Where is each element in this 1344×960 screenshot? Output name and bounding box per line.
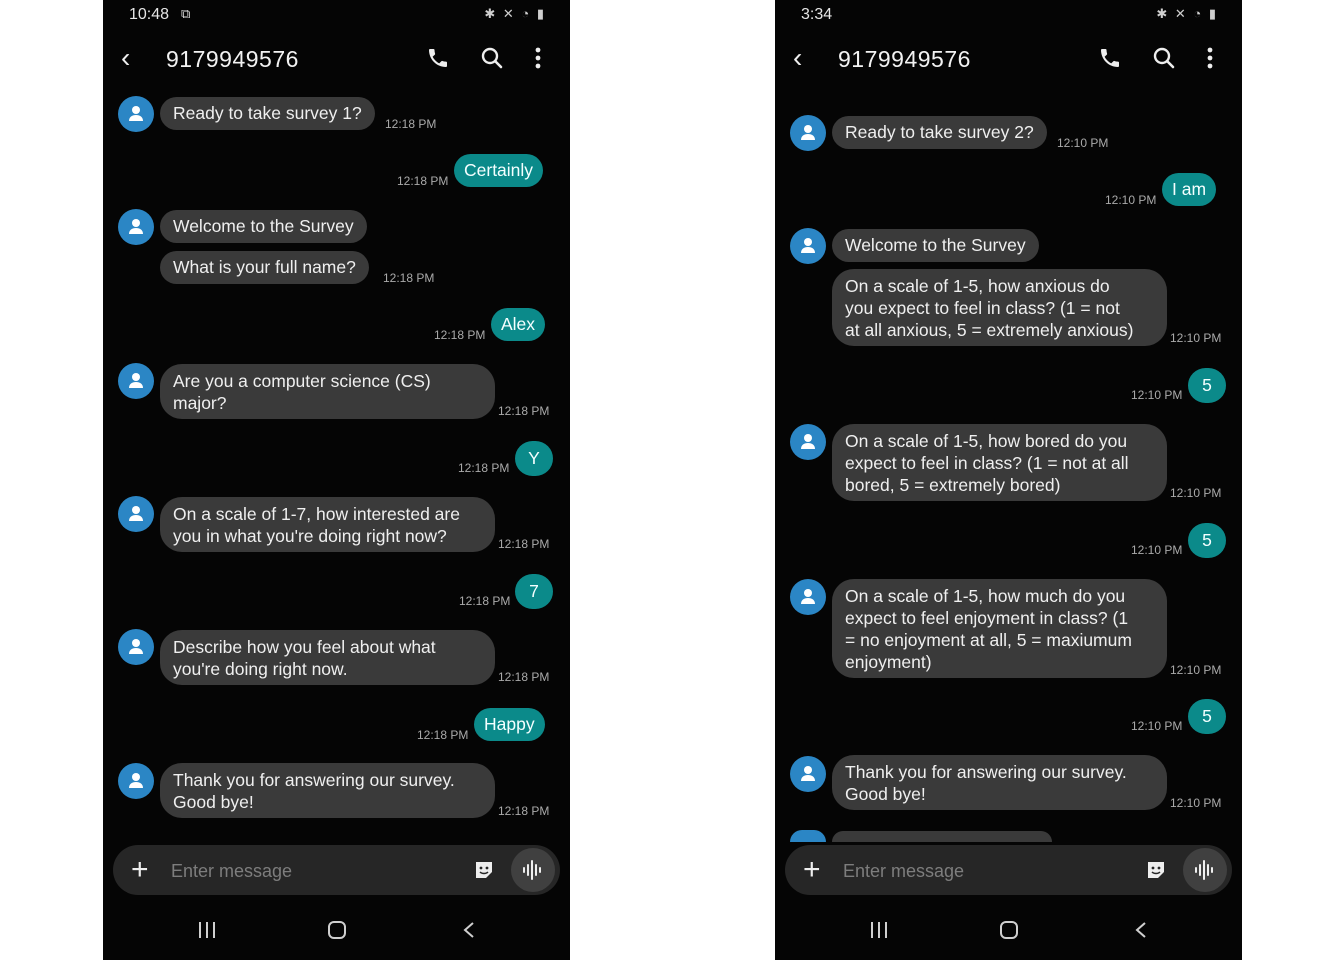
home-icon[interactable] xyxy=(999,920,1019,945)
message-timestamp: 12:18 PM xyxy=(498,404,550,418)
message-timestamp: 12:18 PM xyxy=(498,537,550,551)
message-timestamp: 12:18 PM xyxy=(397,174,449,188)
message-timestamp: 12:18 PM xyxy=(417,728,469,742)
sticker-icon[interactable] xyxy=(1145,859,1167,886)
back-icon[interactable]: ‹ xyxy=(793,44,802,72)
recent-apps-icon[interactable] xyxy=(197,920,217,945)
message-timestamp: 12:18 PM xyxy=(458,461,510,475)
message-timestamp: 12:10 PM xyxy=(1170,331,1222,345)
incoming-message[interactable]: On a scale of 1-5, how anxious do you ex… xyxy=(832,269,1167,346)
back-icon[interactable]: ‹ xyxy=(121,44,130,72)
contact-number: 9179949576 xyxy=(838,46,971,72)
message-timestamp: 12:10 PM xyxy=(1131,719,1183,733)
search-icon[interactable] xyxy=(1152,46,1176,75)
message-composer: + xyxy=(785,845,1232,895)
incoming-message[interactable]: Ready to take survey 1? xyxy=(160,97,375,130)
message-timestamp: 12:18 PM xyxy=(385,117,437,131)
contact-avatar[interactable] xyxy=(790,115,826,151)
contact-avatar[interactable] xyxy=(118,209,154,245)
cast-icon: ⧉ xyxy=(181,6,191,21)
outgoing-message[interactable]: 5 xyxy=(1188,368,1226,403)
attach-plus-icon[interactable]: + xyxy=(803,855,821,885)
app-bar: ‹ 9179949576 xyxy=(775,42,1242,78)
phone-screen-left: 10:48 ⧉ ✱ ✕ ◔ ▮ ‹ 9179949576 Ready to ta… xyxy=(103,0,570,960)
voice-input-icon[interactable] xyxy=(511,848,555,892)
message-timestamp: 12:18 PM xyxy=(498,670,550,684)
home-icon[interactable] xyxy=(327,920,347,945)
outgoing-message[interactable]: Certainly xyxy=(454,154,544,187)
message-timestamp: 12:10 PM xyxy=(1057,136,1109,150)
attach-plus-icon[interactable]: + xyxy=(131,855,149,885)
status-bar: 3:34 ✱ ✕ ◔ ▮ xyxy=(775,0,1242,30)
incoming-message-partial xyxy=(832,831,1052,842)
message-timestamp: 12:10 PM xyxy=(1170,663,1222,677)
phone-screen-right: 3:34 ✱ ✕ ◔ ▮ ‹ 9179949576 Ready to take … xyxy=(775,0,1242,960)
incoming-message[interactable]: Are you a computer science (CS) major? xyxy=(160,364,495,419)
contact-avatar[interactable] xyxy=(118,96,154,132)
outgoing-message[interactable]: I am xyxy=(1162,173,1217,206)
system-nav-bar xyxy=(103,912,570,956)
incoming-message[interactable]: What is your full name? xyxy=(160,251,369,284)
message-timestamp: 12:18 PM xyxy=(498,804,550,818)
contact-avatar[interactable] xyxy=(790,424,826,460)
status-time: 3:34 xyxy=(801,6,833,23)
call-icon[interactable] xyxy=(426,46,450,75)
recent-apps-icon[interactable] xyxy=(869,920,889,945)
status-time: 10:48 xyxy=(129,6,170,23)
sticker-icon[interactable] xyxy=(473,859,495,886)
contact-avatar[interactable] xyxy=(118,629,154,665)
contact-avatar[interactable] xyxy=(118,496,154,532)
contact-avatar[interactable] xyxy=(790,228,826,264)
search-icon[interactable] xyxy=(480,46,504,75)
system-status-icons: ✱ ✕ ◔ ▮ xyxy=(1156,6,1218,21)
message-timestamp: 12:10 PM xyxy=(1131,543,1183,557)
outgoing-message[interactable]: 7 xyxy=(515,574,553,609)
outgoing-message[interactable]: 5 xyxy=(1188,523,1226,558)
message-timestamp: 12:18 PM xyxy=(459,594,511,608)
incoming-message[interactable]: On a scale of 1-7, how interested are yo… xyxy=(160,497,495,552)
system-status-icons: ✱ ✕ ◔ ▮ xyxy=(484,6,546,21)
voice-input-icon[interactable] xyxy=(1183,848,1227,892)
incoming-message[interactable]: On a scale of 1-5, how much do you expec… xyxy=(832,579,1167,678)
contact-avatar[interactable] xyxy=(118,363,154,399)
incoming-message[interactable]: Ready to take survey 2? xyxy=(832,116,1047,149)
outgoing-message[interactable]: 5 xyxy=(1188,699,1226,734)
incoming-message[interactable]: Thank you for answering our survey. Good… xyxy=(160,763,495,818)
incoming-message[interactable]: Thank you for answering our survey. Good… xyxy=(832,755,1167,810)
contact-avatar xyxy=(790,830,826,842)
message-composer: + xyxy=(113,845,560,895)
message-timestamp: 12:10 PM xyxy=(1170,486,1222,500)
outgoing-message[interactable]: Happy xyxy=(474,708,545,741)
status-bar: 10:48 ⧉ ✱ ✕ ◔ ▮ xyxy=(103,0,570,30)
call-icon[interactable] xyxy=(1098,46,1122,75)
message-timestamp: 12:10 PM xyxy=(1131,388,1183,402)
incoming-message[interactable]: Welcome to the Survey xyxy=(832,229,1039,262)
message-timestamp: 12:10 PM xyxy=(1105,193,1157,207)
incoming-message[interactable]: Describe how you feel about what you're … xyxy=(160,630,495,685)
nav-back-icon[interactable] xyxy=(459,920,479,945)
message-input[interactable] xyxy=(841,857,1125,885)
contact-avatar[interactable] xyxy=(790,579,826,615)
app-bar: ‹ 9179949576 xyxy=(103,42,570,78)
message-input[interactable] xyxy=(169,857,453,885)
nav-back-icon[interactable] xyxy=(1131,920,1151,945)
outgoing-message[interactable]: Y xyxy=(515,441,553,476)
message-timestamp: 12:18 PM xyxy=(434,328,486,342)
contact-avatar[interactable] xyxy=(790,756,826,792)
message-timestamp: 12:18 PM xyxy=(383,271,435,285)
more-options-icon[interactable] xyxy=(1206,46,1214,75)
incoming-message[interactable]: On a scale of 1-5, how bored do you expe… xyxy=(832,424,1167,501)
contact-number: 9179949576 xyxy=(166,46,299,72)
message-timestamp: 12:10 PM xyxy=(1170,796,1222,810)
outgoing-message[interactable]: Alex xyxy=(491,308,546,341)
incoming-message[interactable]: Welcome to the Survey xyxy=(160,210,367,243)
more-options-icon[interactable] xyxy=(534,46,542,75)
system-nav-bar xyxy=(775,912,1242,956)
contact-avatar[interactable] xyxy=(118,763,154,799)
